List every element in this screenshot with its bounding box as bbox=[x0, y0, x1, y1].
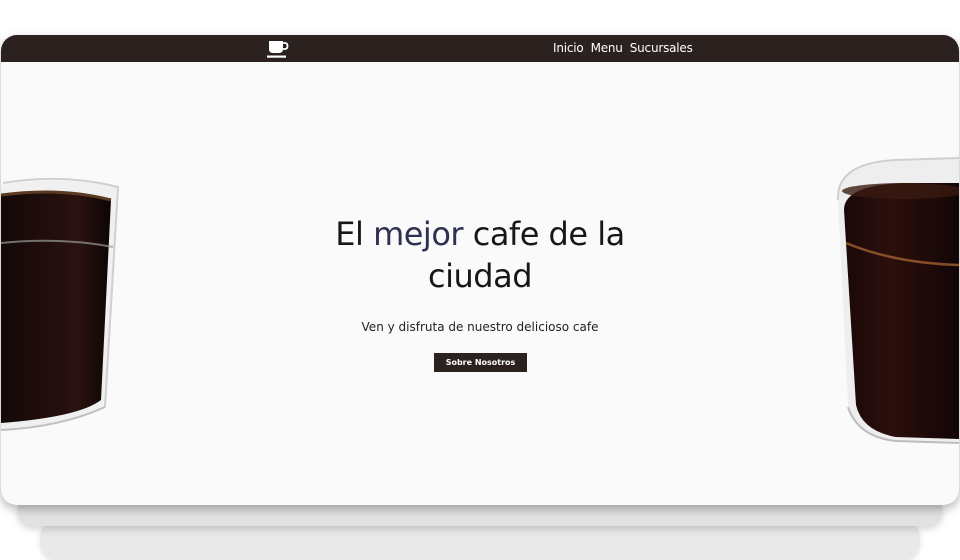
hero-title-accent: mejor bbox=[373, 215, 464, 253]
coffee-glass-right-image bbox=[836, 157, 959, 444]
nav-link-sucursales[interactable]: Sucursales bbox=[630, 41, 693, 55]
nav-links: Inicio Menu Sucursales bbox=[553, 41, 693, 55]
browser-window: Inicio Menu Sucursales El mejor cafe de … bbox=[1, 35, 959, 505]
window-stack-shadow-back bbox=[40, 520, 920, 560]
about-us-button[interactable]: Sobre Nosotros bbox=[434, 353, 527, 372]
nav-link-inicio[interactable]: Inicio bbox=[553, 41, 584, 55]
hero-title-start: El bbox=[335, 215, 374, 253]
nav-link-menu[interactable]: Menu bbox=[591, 41, 623, 55]
hero-title: El mejor cafe de la ciudad bbox=[1, 213, 959, 297]
hero-title-line2: ciudad bbox=[428, 257, 533, 295]
coffee-glass-left-image bbox=[1, 177, 120, 431]
navbar: Inicio Menu Sucursales bbox=[1, 35, 959, 62]
hero-subtitle: Ven y disfruta de nuestro delicioso cafe bbox=[361, 320, 599, 334]
coffee-cup-icon[interactable] bbox=[265, 39, 289, 59]
hero-title-end: cafe de la bbox=[463, 215, 625, 253]
